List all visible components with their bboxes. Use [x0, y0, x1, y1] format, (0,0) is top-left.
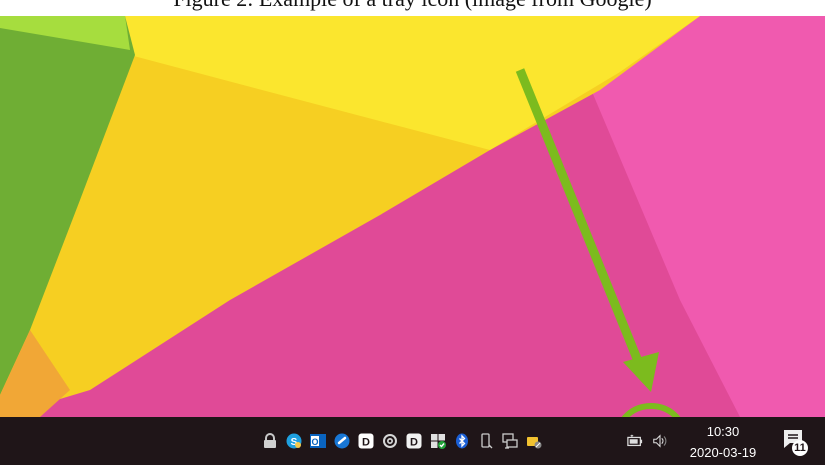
battery-icon[interactable]	[627, 433, 643, 449]
desktop-wallpaper	[0, 16, 825, 417]
network-icon[interactable]	[502, 433, 518, 449]
app-d-icon[interactable]: D	[358, 433, 374, 449]
security-shield-icon[interactable]	[334, 433, 350, 449]
outlook-icon[interactable]: O	[310, 433, 326, 449]
svg-text:D: D	[362, 437, 370, 449]
speaker-icon[interactable]	[652, 433, 668, 449]
lock-icon[interactable]	[262, 433, 278, 449]
bluetooth-icon[interactable]	[454, 433, 470, 449]
svg-text:O: O	[311, 437, 318, 447]
app-d-dark-icon[interactable]: D	[406, 433, 422, 449]
usb-eject-icon[interactable]	[478, 433, 494, 449]
action-center-button[interactable]: 11	[782, 428, 810, 458]
notification-count-badge: 11	[792, 440, 808, 456]
power-lock-icon[interactable]	[526, 433, 542, 449]
skype-icon[interactable]: S	[286, 433, 302, 449]
clock-date: 2020-03-19	[689, 445, 757, 460]
svg-text:D: D	[410, 437, 418, 449]
spiral-app-icon[interactable]	[382, 433, 398, 449]
figure-caption: Figure 2: Example of a tray icon (image …	[0, 0, 825, 16]
taskbar-clock[interactable]: 10:30 2020-03-19	[688, 419, 758, 463]
caption-text: Figure 2: Example of a tray icon (image …	[0, 0, 825, 12]
clock-time: 10:30	[706, 424, 740, 439]
defender-icon[interactable]	[430, 433, 446, 449]
